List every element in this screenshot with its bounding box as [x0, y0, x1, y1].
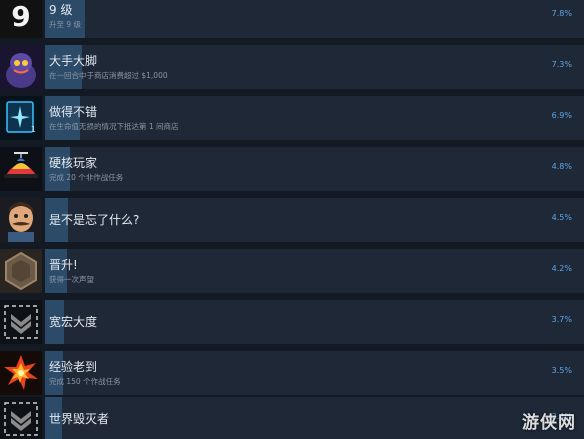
achievement-row[interactable]: 9 9 级 升至 9 级 7.8% [0, 0, 584, 38]
achievement-row[interactable]: 大手大脚 在一回合中于商店消费超过 $1,000 7.3% [0, 45, 584, 89]
achievement-desc: 在生命值无损的情况下抵达第 1 间商店 [49, 122, 179, 131]
progress-bar: 做得不错 在生命值无损的情况下抵达第 1 间商店 6.9% [45, 96, 584, 140]
achievement-name: 经验老到 [49, 360, 98, 374]
svg-text:9: 9 [11, 0, 30, 33]
achievement-desc: 获得一次声望 [49, 275, 94, 284]
achievement-percent: 3.7% [551, 315, 572, 324]
achievement-percent: 7.3% [551, 60, 572, 69]
number-nine-icon: 9 [0, 0, 42, 38]
achievement-row[interactable]: 硬核玩家 完成 20 个非作战任务 4.8% [0, 147, 584, 191]
hexagon-badge-icon [0, 249, 42, 293]
achievement-percent: 4.5% [551, 213, 572, 222]
achievement-row[interactable]: 1 做得不错 在生命值无损的情况下抵达第 1 间商店 6.9% [0, 96, 584, 140]
achievement-list: 9 9 级 升至 9 级 7.8% 大手大脚 在一回合中于商店消费超过 $1,0… [0, 0, 584, 439]
progress-bar: 经验老到 完成 150 个作战任务 3.5% [45, 351, 584, 395]
achievement-name: 世界毁灭者 [49, 412, 110, 426]
achievement-percent: 3.5% [551, 366, 572, 375]
progress-bar: 硬核玩家 完成 20 个非作战任务 4.8% [45, 147, 584, 191]
achievement-percent: 7.8% [551, 9, 572, 18]
achievement-percent: 4.8% [551, 162, 572, 171]
progress-bar: 9 级 升至 9 级 7.8% [45, 0, 584, 38]
achievement-row[interactable]: 是不是忘了什么? 4.5% [0, 198, 584, 242]
site-watermark: 游侠网 [522, 413, 576, 433]
achievement-name: 大手大脚 [49, 54, 98, 68]
propeller-cap-icon [0, 147, 42, 191]
achievement-name: 是不是忘了什么? [49, 213, 140, 227]
achievement-row[interactable]: 经验老到 完成 150 个作战任务 3.5% [0, 351, 584, 395]
progress-bar: 世界毁灭者 3.4% [45, 397, 584, 439]
achievement-percent: 6.9% [551, 111, 572, 120]
achievement-name: 硬核玩家 [49, 156, 98, 170]
achievement-name: 做得不错 [49, 105, 98, 119]
icon-badge: 1 [30, 125, 36, 134]
achievement-desc: 在一回合中于商店消费超过 $1,000 [49, 71, 168, 80]
progress-bar: 晋升! 获得一次声望 4.2% [45, 249, 584, 293]
achievement-name: 9 级 [49, 3, 73, 17]
explosion-icon [0, 351, 42, 395]
glowing-card-icon: 1 [0, 96, 42, 140]
chevron-rank-icon [0, 300, 42, 344]
mustache-man-icon [0, 198, 42, 242]
achievement-row[interactable]: 晋升! 获得一次声望 4.2% [0, 249, 584, 293]
achievement-desc: 完成 20 个非作战任务 [49, 173, 124, 182]
achievement-row[interactable]: 世界毁灭者 3.4% [0, 397, 584, 439]
bigfoot-creature-icon [0, 45, 42, 89]
progress-bar: 是不是忘了什么? 4.5% [45, 198, 584, 242]
progress-bar: 大手大脚 在一回合中于商店消费超过 $1,000 7.3% [45, 45, 584, 89]
chevron-rank-icon [0, 397, 42, 439]
achievement-name: 晋升! [49, 258, 78, 272]
achievement-percent: 4.2% [551, 264, 572, 273]
achievement-row[interactable]: 宽宏大度 3.7% [0, 300, 584, 344]
progress-bar: 宽宏大度 3.7% [45, 300, 584, 344]
achievement-name: 宽宏大度 [49, 315, 98, 329]
achievement-desc: 升至 9 级 [49, 20, 82, 29]
achievement-desc: 完成 150 个作战任务 [49, 377, 121, 386]
